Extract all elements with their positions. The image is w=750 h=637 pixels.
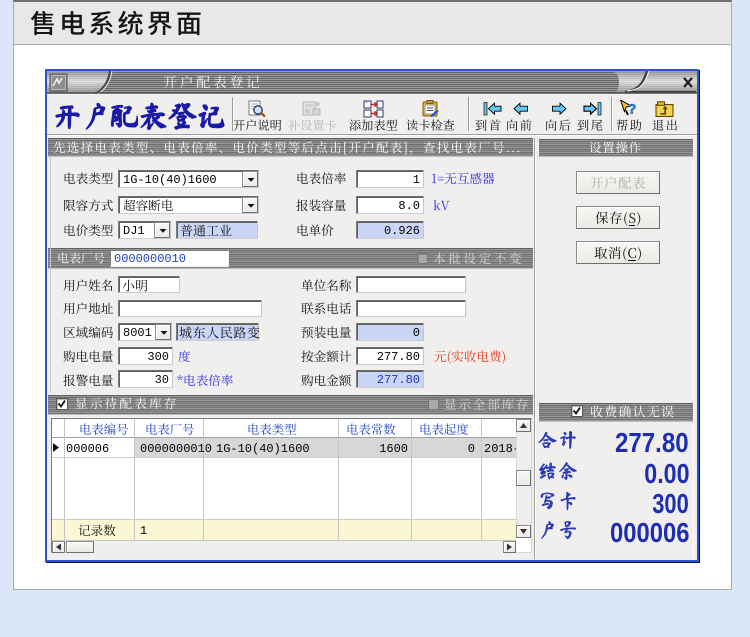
svg-text:?: ? [628,101,637,117]
